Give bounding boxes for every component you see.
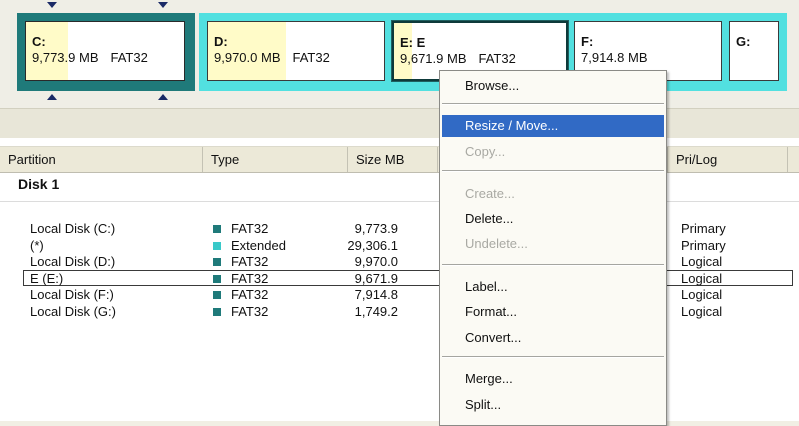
fat32-type-icon [213, 291, 221, 299]
disk-group-label: Disk 1 [18, 176, 60, 192]
fat32-type-icon [213, 258, 221, 266]
partition-fs: FAT32 [478, 51, 516, 66]
partition-size: 9,970.0 [354, 254, 398, 269]
table-row-selected[interactable]: E (E:) FAT32 9,671.9 Logical [23, 270, 793, 286]
menu-item-split[interactable]: Split... [440, 394, 666, 416]
disk-map-strip [0, 108, 799, 139]
menu-item-copy[interactable]: Copy... [440, 141, 666, 163]
partition-name: E (E:) [30, 271, 64, 286]
column-header-partition[interactable]: Partition [0, 147, 203, 172]
partition-type: FAT32 [231, 271, 269, 286]
group-divider [0, 201, 799, 202]
table-row[interactable]: Local Disk (D:) FAT32 9,970.0 Logical [0, 254, 799, 270]
partition-pri-log: Logical [681, 271, 723, 286]
partition-type: Extended [231, 238, 286, 253]
partition-pri-log: Logical [681, 287, 723, 302]
resize-handle-left-top-icon[interactable] [47, 2, 57, 8]
partition-size: 9,671.9 [354, 271, 398, 286]
partition-fs: FAT32 [292, 50, 330, 65]
partition-label: G: [736, 34, 751, 49]
menu-item-undelete[interactable]: Undelete... [440, 233, 666, 255]
partition-block-c[interactable]: C: 9,773.9 MB FAT32 [17, 13, 195, 91]
partition-label: C: [32, 34, 46, 49]
menu-item-convert[interactable]: Convert... [440, 327, 666, 349]
partition-list: Partition Type Size MB Pri/Log Disk 1 Lo… [0, 138, 799, 421]
partition-name: Local Disk (C:) [30, 221, 116, 236]
column-header-size[interactable]: Size MB [348, 147, 438, 172]
partition-fs: FAT32 [110, 50, 148, 65]
partition-type: FAT32 [231, 254, 269, 269]
table-row[interactable]: Local Disk (F:) FAT32 7,914.8 Logical [0, 287, 799, 303]
partition-label: F: [581, 34, 594, 49]
partition-size: 7,914.8 MB [581, 50, 648, 65]
partition-label: D: [214, 34, 228, 49]
column-header-type[interactable]: Type [203, 147, 348, 172]
partition-size: 29,306.1 [347, 238, 398, 253]
menu-separator [442, 356, 664, 358]
list-header: Partition Type Size MB Pri/Log [0, 146, 799, 173]
partition-d[interactable]: D: 9,970.0 MB FAT32 [207, 21, 385, 81]
partition-g[interactable]: G: [729, 21, 779, 81]
partition-size: 9,773.9 [354, 221, 398, 236]
partition-size: 9,970.0 MB [214, 50, 281, 65]
menu-separator [442, 264, 664, 266]
menu-separator [442, 103, 664, 105]
fat32-type-icon [213, 225, 221, 233]
partition-name: Local Disk (G:) [30, 304, 116, 319]
menu-separator [442, 170, 664, 172]
table-row[interactable]: Local Disk (G:) FAT32 1,749.2 Logical [0, 304, 799, 320]
partition-pri-log: Primary [681, 238, 726, 253]
partition-volume-name: E [416, 35, 426, 50]
menu-item-delete[interactable]: Delete... [440, 208, 666, 230]
context-menu: Browse... Resize / Move... Copy... Creat… [439, 70, 667, 426]
menu-item-merge[interactable]: Merge... [440, 368, 666, 390]
partition-pri-log: Primary [681, 221, 726, 236]
partition-type: FAT32 [231, 287, 269, 302]
partition-type: FAT32 [231, 304, 269, 319]
menu-item-browse[interactable]: Browse... [440, 75, 666, 97]
table-row[interactable]: (*) Extended 29,306.1 Primary [0, 238, 799, 254]
fat32-type-icon [213, 308, 221, 316]
menu-item-format[interactable]: Format... [440, 301, 666, 323]
table-row[interactable]: Local Disk (C:) FAT32 9,773.9 Primary [0, 221, 799, 237]
menu-item-create[interactable]: Create... [440, 183, 666, 205]
partition-size: 1,749.2 [354, 304, 398, 319]
partition-name: Local Disk (D:) [30, 254, 116, 269]
partition-size: 9,773.9 MB [32, 50, 99, 65]
resize-handle-right-bottom-icon[interactable] [158, 94, 168, 100]
fat32-type-icon [213, 275, 221, 283]
extended-type-icon [213, 242, 221, 250]
partition-c[interactable]: C: 9,773.9 MB FAT32 [25, 21, 185, 81]
resize-handle-left-bottom-icon[interactable] [47, 94, 57, 100]
menu-item-resize-move[interactable]: Resize / Move... [442, 115, 664, 137]
column-header-pri-log[interactable]: Pri/Log [668, 147, 788, 172]
resize-handle-right-top-icon[interactable] [158, 2, 168, 8]
menu-item-label[interactable]: Label... [440, 276, 666, 298]
partition-size: 7,914.8 [354, 287, 398, 302]
partition-size: 9,671.9 MB [400, 51, 467, 66]
disk-map: C: 9,773.9 MB FAT32 D: 9,970.0 MB FAT32 E:… [0, 0, 799, 139]
partition-pri-log: Logical [681, 254, 723, 269]
partition-name: (*) [30, 238, 44, 253]
partition-label: E: [400, 35, 413, 50]
partition-pri-log: Logical [681, 304, 723, 319]
partition-type: FAT32 [231, 221, 269, 236]
partition-name: Local Disk (F:) [30, 287, 114, 302]
